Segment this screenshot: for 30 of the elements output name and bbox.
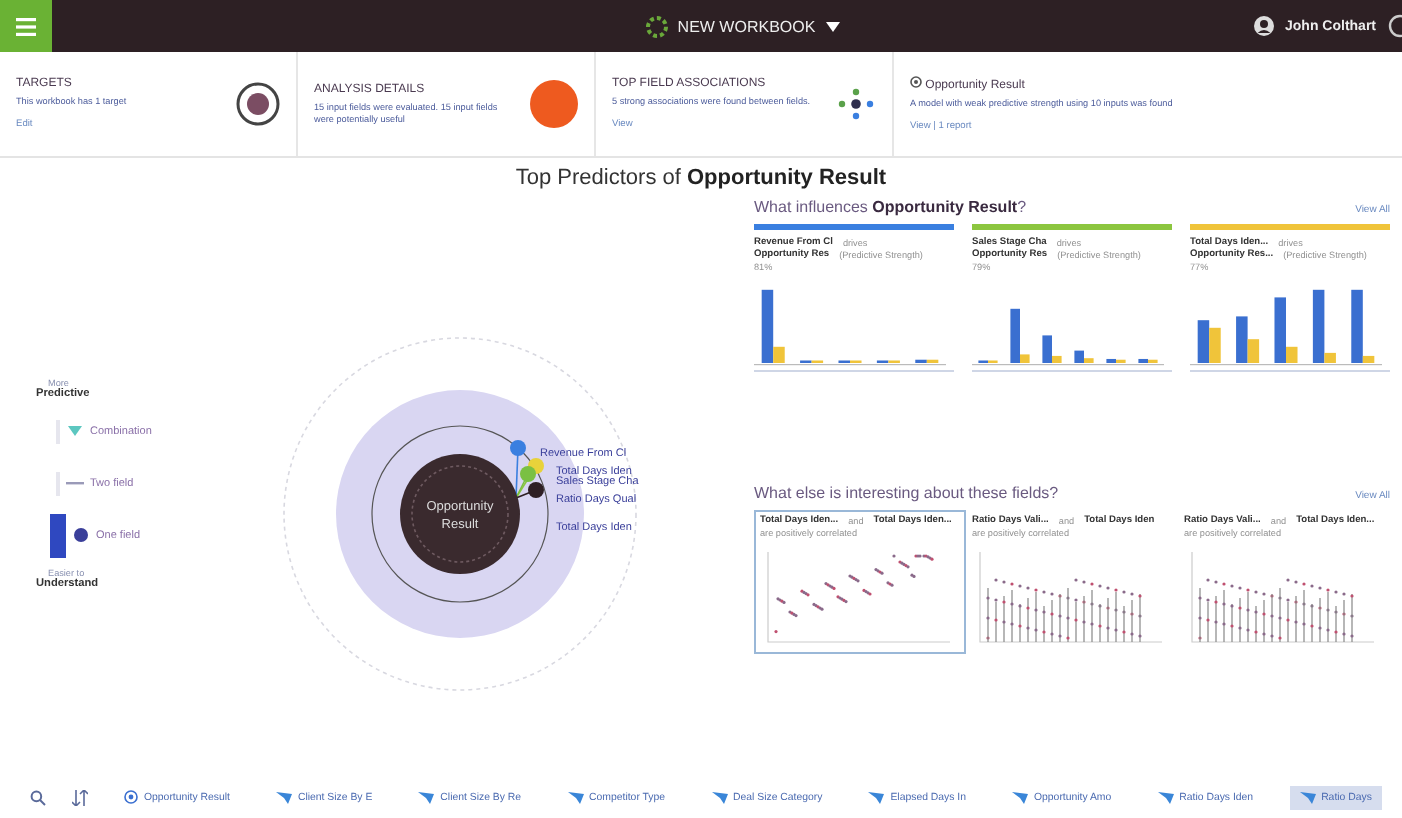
circle-icon	[530, 80, 578, 128]
logo-icon	[645, 15, 668, 37]
caret-icon[interactable]	[825, 21, 840, 31]
menu-button[interactable]	[0, 0, 52, 52]
center-ring	[411, 464, 509, 562]
field-icon	[1299, 791, 1316, 803]
section-title: What else is interesting about these fields?	[754, 484, 1059, 502]
user-icon[interactable]	[1253, 16, 1273, 36]
section-title: What influences Opportunity Result?	[754, 198, 1027, 216]
field-icon	[1157, 791, 1174, 803]
field-icon	[1012, 791, 1028, 803]
search-icon[interactable]	[30, 789, 46, 805]
network-icon	[836, 84, 876, 124]
sort-icon[interactable]	[72, 789, 88, 805]
center-node	[400, 453, 520, 573]
field-icon	[711, 791, 728, 803]
triangle-icon	[66, 424, 84, 438]
page-title: Top Predictors of Opportunity Result	[515, 166, 887, 190]
field-icon	[275, 791, 292, 803]
dot-icon	[72, 528, 90, 542]
target-icon	[236, 82, 280, 126]
target-icon	[910, 75, 922, 88]
target-icon	[124, 790, 138, 804]
field-icon	[567, 791, 584, 803]
field-icon	[418, 791, 435, 803]
menu-icon	[16, 17, 36, 35]
help-icon[interactable]	[1388, 14, 1402, 38]
field-icon	[868, 791, 885, 803]
workbook-title[interactable]: NEW WORKBOOK	[677, 17, 816, 35]
line-icon	[66, 476, 84, 490]
